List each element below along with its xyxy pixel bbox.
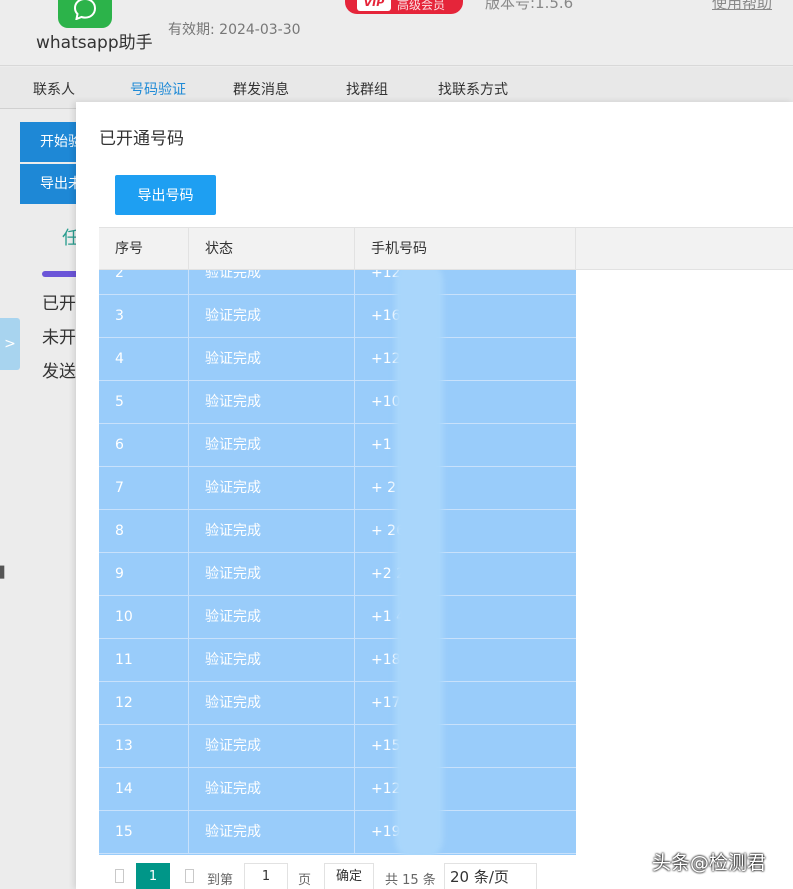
row-phone: +10 0	[371, 394, 414, 410]
vip-icon: VIP	[357, 0, 391, 11]
goto-page-input[interactable]: 1	[244, 863, 288, 889]
row-phone: +18 0	[371, 652, 414, 668]
row-index: 6	[99, 424, 189, 467]
table-row[interactable]: 11 验证完成 +18 0	[99, 639, 576, 682]
wechat-icon	[604, 849, 629, 869]
goto-label: 到第	[207, 873, 234, 888]
row-status: 验证完成	[189, 381, 355, 424]
nav-bulk-message[interactable]: 群发消息	[233, 79, 289, 99]
row-phone: +19 06	[371, 824, 423, 840]
nav-find-contacts[interactable]: 找联系方式	[438, 79, 508, 99]
row-status: 验证完成	[189, 467, 355, 510]
header-phone[interactable]: 手机号码	[355, 228, 576, 270]
table-row[interactable]: 6 验证完成 +1	[99, 424, 576, 467]
page-unit-label: 页	[298, 873, 312, 888]
row-index: 3	[99, 295, 189, 338]
app-name: whatsapp助手	[36, 33, 153, 53]
table-header: 序号 状态 手机号码	[99, 227, 793, 270]
row-status: 验证完成	[189, 553, 355, 596]
table-row[interactable]: 8 验证完成 + 26	[99, 510, 576, 553]
next-page-icon[interactable]	[185, 869, 194, 883]
row-status: 验证完成	[189, 424, 355, 467]
row-phone: + 2	[371, 480, 397, 496]
row-index: 15	[99, 811, 189, 854]
watermark-text: 头条@检测君	[652, 852, 767, 874]
row-index: 10	[99, 596, 189, 639]
help-link[interactable]: 使用帮助	[712, 0, 772, 13]
row-status: 验证完成	[189, 639, 355, 682]
row-status: 验证完成	[189, 768, 355, 811]
table-row[interactable]: 4验证完成 +12 57	[99, 338, 576, 381]
row-phone: + 26	[371, 523, 405, 539]
table-row[interactable]: 7 验证完成 + 2	[99, 467, 576, 510]
validity-date: 有效期: 2024-03-30	[168, 22, 301, 38]
whatsapp-logo-icon	[58, 0, 112, 28]
row-index: 7	[99, 467, 189, 510]
row-status: 验证完成	[189, 725, 355, 768]
row-index: 2	[99, 270, 189, 295]
row-phone: +2 2	[371, 566, 405, 582]
row-phone: +12	[371, 781, 401, 797]
stat-unopened: 未开	[42, 328, 76, 348]
row-index: 4	[99, 338, 189, 381]
table-row[interactable]: 2验证完成 +12 838	[99, 270, 576, 295]
numbers-table: 序号 状态 手机号码 2验证完成+12 8383验证完成+16 664验证完成+…	[99, 227, 793, 855]
goto-confirm-button[interactable]: 确定	[324, 863, 374, 889]
table-row[interactable]: 15验证完成 +19 06	[99, 811, 576, 854]
watermark: 外贸人的工具社 头条@检测君	[596, 842, 793, 874]
table-row[interactable]: 5 验证完成 +10 0	[99, 381, 576, 424]
nav-contacts[interactable]: 联系人	[33, 79, 75, 99]
header-status[interactable]: 状态	[189, 228, 355, 270]
table-row[interactable]: 9 验证完成 +2 2	[99, 553, 576, 596]
row-index: 8	[99, 510, 189, 553]
dialog-title: 已开通号码	[99, 129, 184, 149]
page-1-button[interactable]: 1	[136, 863, 170, 889]
row-phone: +1 4	[371, 609, 405, 625]
row-status: 验证完成	[189, 338, 355, 381]
row-phone: +15 37	[371, 738, 423, 754]
row-index: 9	[99, 553, 189, 596]
version-label: 版本号:1.5.6	[485, 0, 574, 12]
row-index: 13	[99, 725, 189, 768]
nav-find-groups[interactable]: 找群组	[346, 79, 388, 99]
row-status: 验证完成	[189, 682, 355, 725]
total-count: 共 15 条	[385, 873, 436, 888]
row-index: 5	[99, 381, 189, 424]
row-status: 验证完成	[189, 596, 355, 639]
edge-glyph: ▌	[0, 566, 9, 579]
row-phone: +12 57	[371, 351, 423, 367]
vip-badge: VIP 高级会员	[345, 0, 463, 14]
redaction-blur	[395, 270, 443, 855]
row-index: 14	[99, 768, 189, 811]
row-phone: +17 52	[371, 695, 423, 711]
row-status: 验证完成	[189, 510, 355, 553]
table-row[interactable]: 10 验证完成 +1 4	[99, 596, 576, 639]
row-phone: +1	[371, 437, 392, 453]
row-status: 验证完成	[189, 270, 355, 295]
expand-panel-arrow-icon[interactable]: >	[0, 318, 20, 370]
header-index[interactable]: 序号	[99, 228, 189, 270]
row-phone: +12 838	[371, 270, 432, 281]
prev-page-icon[interactable]	[115, 869, 124, 883]
vip-label: 高级会员	[397, 0, 446, 12]
row-index: 12	[99, 682, 189, 725]
stat-opened: 已开	[42, 294, 76, 314]
stat-sent: 发送	[42, 362, 76, 382]
row-status: 验证完成	[189, 295, 355, 338]
opened-numbers-dialog: 已开通号码 导出号码 序号 状态 手机号码 2验证完成+12 8383验证完成+…	[76, 102, 793, 889]
table-body[interactable]: 2验证完成+12 8383验证完成+16 664验证完成+12 575验证完成+…	[99, 270, 576, 855]
export-numbers-button[interactable]: 导出号码	[115, 175, 216, 215]
row-index: 11	[99, 639, 189, 682]
nav-number-verify[interactable]: 号码验证	[130, 79, 186, 99]
table-row[interactable]: 13验证完成 +15 37	[99, 725, 576, 768]
table-row[interactable]: 14 验证完成 +12	[99, 768, 576, 811]
page-size-select[interactable]: 20 条/页	[444, 863, 537, 889]
table-row[interactable]: 12验证完成 +17 52	[99, 682, 576, 725]
row-status: 验证完成	[189, 811, 355, 854]
app-header: whatsapp助手 有效期: 2024-03-30 VIP 高级会员 版本号:…	[0, 0, 793, 66]
table-row[interactable]: 3验证完成 +16 66	[99, 295, 576, 338]
row-phone: +16 66	[371, 308, 423, 324]
